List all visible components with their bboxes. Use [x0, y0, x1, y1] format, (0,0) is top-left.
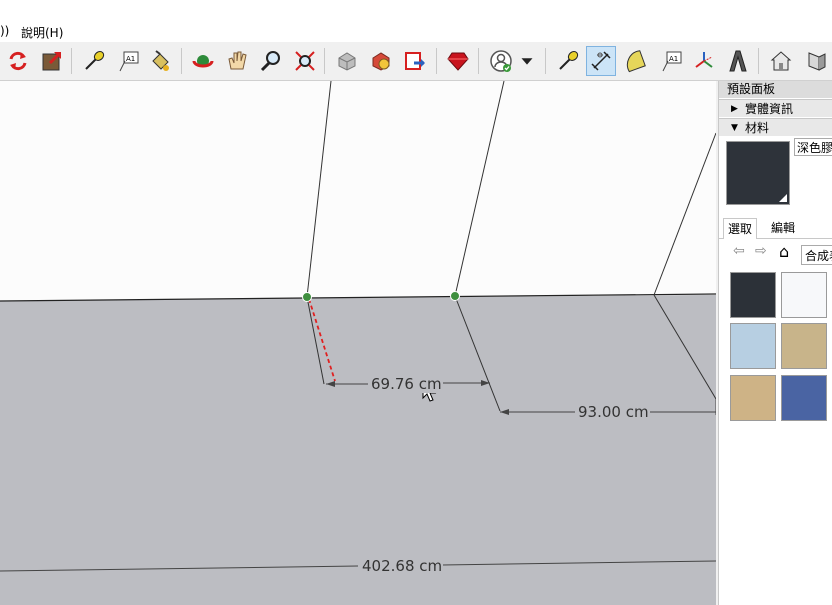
materials-label: 材料	[745, 121, 770, 135]
inference-point-1	[302, 292, 312, 302]
3d-text-icon[interactable]	[722, 46, 752, 76]
menu-bar: )) 說明(H)	[0, 0, 832, 42]
section-icon[interactable]	[802, 46, 832, 76]
default-tray-panel: 預設面板 ▶ 實體資訊 ▼ 材料 深色膠 選取 編輯 ⇦ ⇨ ⌂ 合成表	[718, 81, 832, 605]
panel-title: 預設面板	[719, 81, 832, 98]
collapse-arrow-icon: ▼	[731, 123, 738, 133]
account-icon[interactable]	[486, 46, 516, 76]
orbit-icon[interactable]	[188, 46, 218, 76]
refresh-icon[interactable]	[3, 46, 33, 76]
material-name-field[interactable]: 深色膠	[794, 138, 832, 156]
svg-text:A1: A1	[126, 55, 135, 63]
axes-icon[interactable]	[689, 46, 719, 76]
material-swatch[interactable]	[730, 272, 776, 318]
menu-item-cut[interactable]: ))	[0, 24, 9, 38]
wall-face	[0, 81, 716, 301]
material-swatch[interactable]	[730, 375, 776, 421]
expand-arrow-icon: ▶	[731, 104, 738, 114]
tab-select[interactable]: 選取	[723, 218, 758, 239]
library-select[interactable]: 合成表	[801, 245, 832, 265]
zoom-icon[interactable]	[256, 46, 286, 76]
layout-send-icon[interactable]	[400, 46, 430, 76]
forward-arrow-icon[interactable]: ⇨	[755, 243, 767, 259]
warehouse-icon[interactable]	[332, 46, 362, 76]
materials-section[interactable]: ▼ 材料	[719, 118, 832, 136]
svg-text:A1: A1	[669, 55, 678, 63]
house-icon[interactable]	[766, 46, 796, 76]
modeling-viewport[interactable]: 69.76 cm 93.00 cm 402.68 cm	[0, 81, 716, 605]
pan-icon[interactable]	[222, 46, 252, 76]
material-swatch[interactable]	[781, 375, 827, 421]
chevron-down-icon[interactable]	[516, 46, 538, 76]
dimension-icon[interactable]	[586, 46, 616, 76]
tape-measure-icon[interactable]	[79, 46, 109, 76]
tab-edit[interactable]: 編輯	[767, 218, 799, 238]
text-label-icon[interactable]: A1	[113, 46, 143, 76]
protractor-icon[interactable]	[620, 46, 650, 76]
export-icon[interactable]	[37, 46, 67, 76]
home-icon[interactable]: ⌂	[779, 242, 789, 261]
current-material-swatch[interactable]	[726, 141, 790, 205]
ruby-icon[interactable]	[443, 46, 473, 76]
entity-info-label: 實體資訊	[745, 102, 794, 116]
floor-face	[0, 295, 716, 605]
toolbar: A1 A1	[0, 42, 832, 81]
material-swatch[interactable]	[730, 323, 776, 369]
zoom-extents-icon[interactable]	[290, 46, 320, 76]
dimension-label-1[interactable]: 69.76 cm	[370, 375, 443, 393]
material-swatch[interactable]	[781, 323, 827, 369]
inference-point-2	[450, 291, 460, 301]
paint-bucket-icon[interactable]	[145, 46, 175, 76]
extension-warehouse-icon[interactable]	[366, 46, 396, 76]
material-swatch[interactable]	[781, 272, 827, 318]
menu-item-help[interactable]: 說明(H)	[21, 24, 63, 41]
text-icon[interactable]: A1	[656, 46, 686, 76]
entity-info-section[interactable]: ▶ 實體資訊	[719, 99, 832, 117]
back-arrow-icon[interactable]: ⇦	[733, 243, 745, 259]
dimension-label-3[interactable]: 402.68 cm	[361, 557, 444, 575]
dimension-label-2[interactable]: 93.00 cm	[577, 403, 650, 421]
tape-measure-icon-2[interactable]	[553, 46, 583, 76]
